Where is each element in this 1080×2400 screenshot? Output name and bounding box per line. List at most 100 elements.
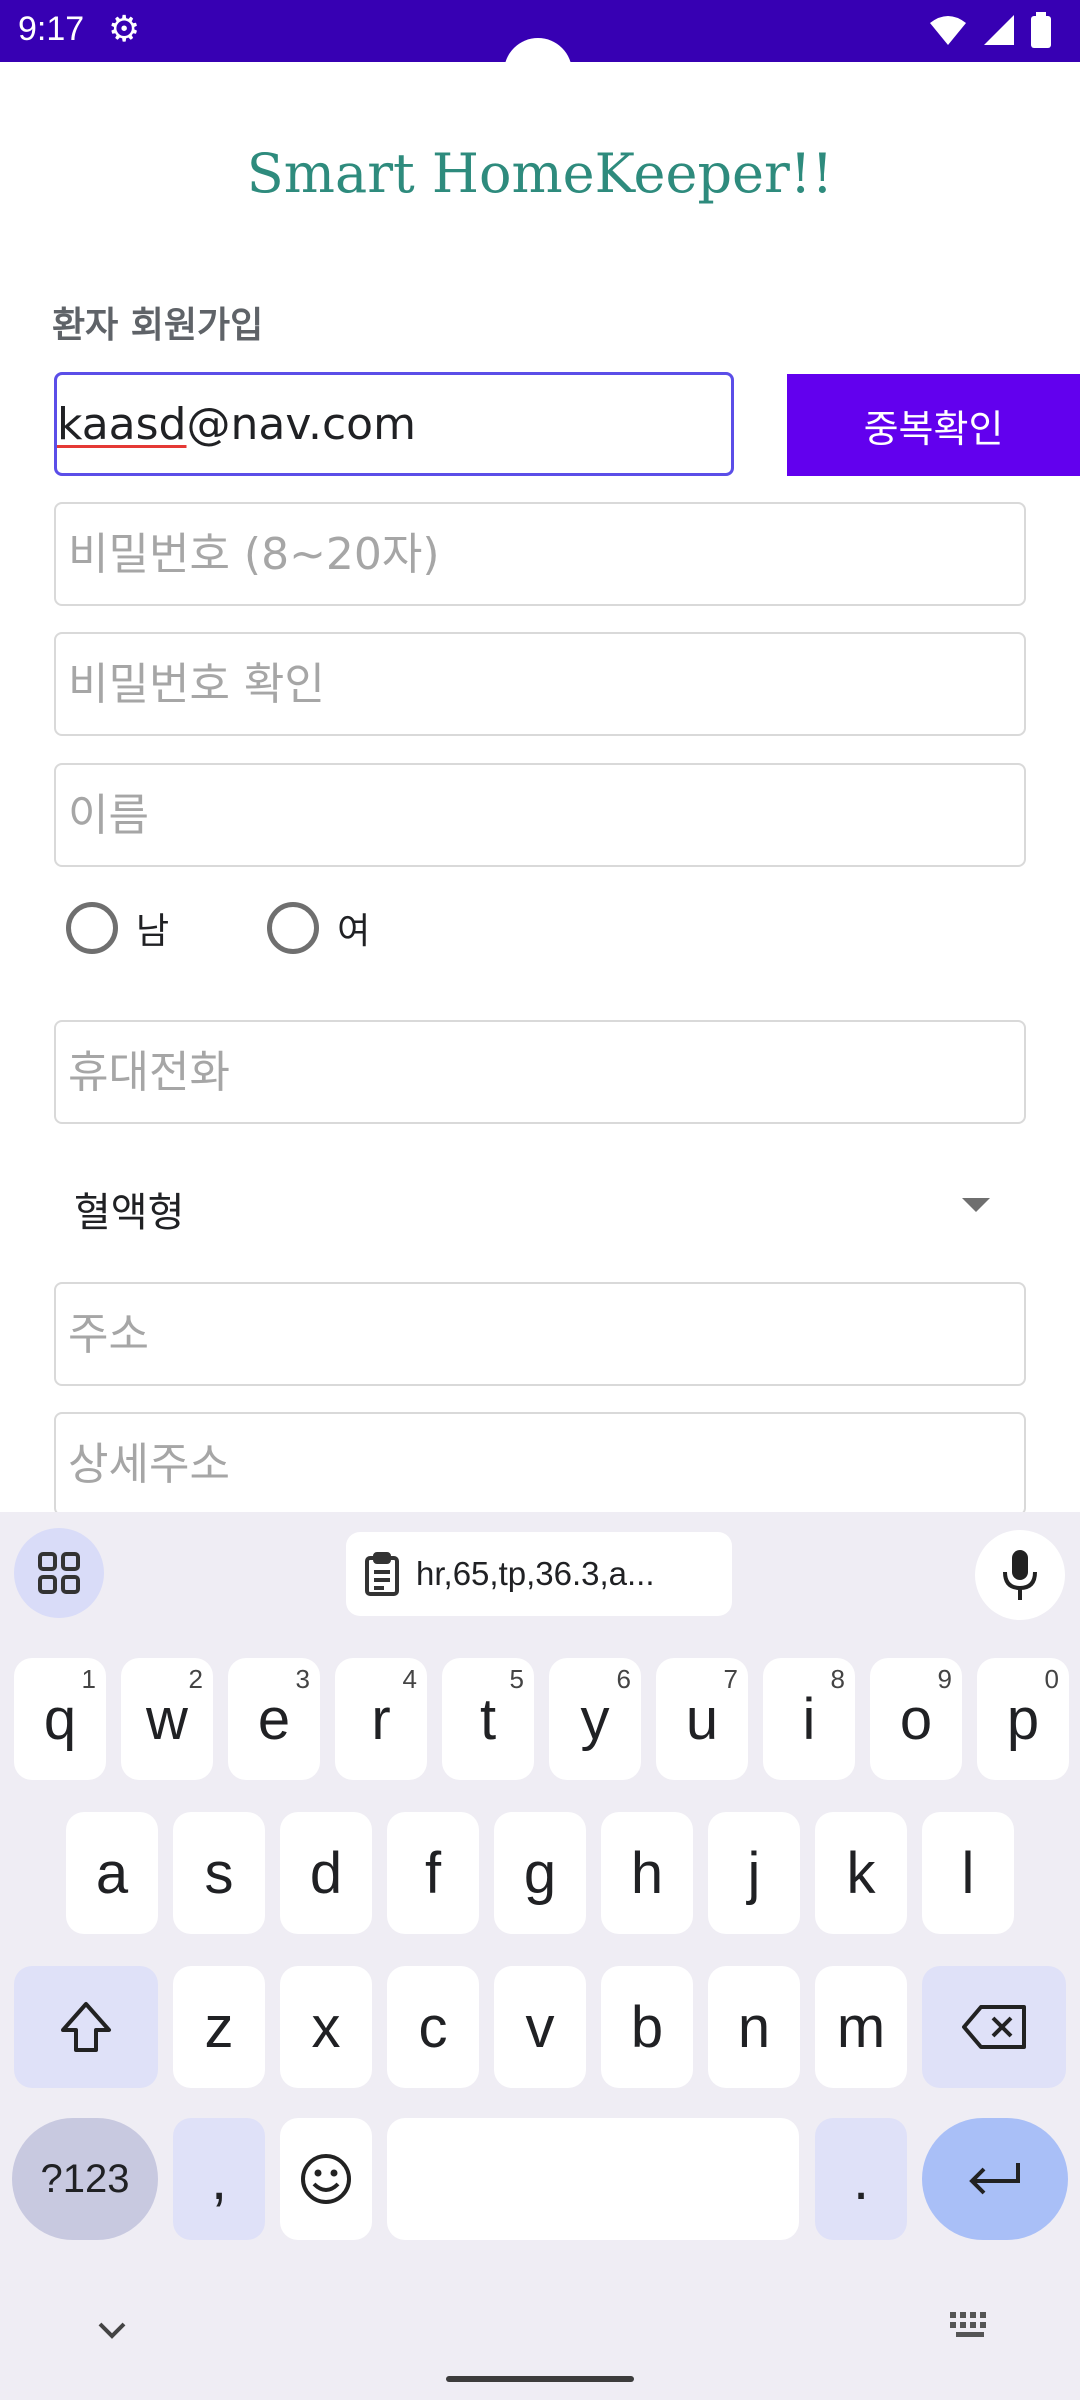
key-r[interactable]: r4 bbox=[335, 1658, 427, 1780]
key-w[interactable]: w2 bbox=[121, 1658, 213, 1780]
address-field[interactable] bbox=[54, 1282, 1026, 1386]
key-m[interactable]: m bbox=[815, 1966, 907, 2088]
key-b[interactable]: b bbox=[601, 1966, 693, 2088]
key-u-hint: 7 bbox=[723, 1664, 738, 1694]
key-c[interactable]: c bbox=[387, 1966, 479, 2088]
enter-icon bbox=[969, 2163, 1020, 2195]
key-x[interactable]: x bbox=[280, 1966, 372, 2088]
key-l[interactable]: l bbox=[922, 1812, 1014, 1934]
key-g[interactable]: g bbox=[494, 1812, 586, 1934]
comma-key[interactable]: , bbox=[173, 2118, 265, 2240]
key-q-hint: 1 bbox=[81, 1664, 96, 1694]
gender-male-label: 남 bbox=[136, 911, 170, 952]
key-o[interactable]: o9 bbox=[870, 1658, 962, 1780]
key-w-hint: 2 bbox=[188, 1664, 203, 1694]
key-e-label: e bbox=[257, 1686, 291, 1752]
gender-male-radio[interactable]: 남 bbox=[66, 902, 169, 954]
key-j[interactable]: j bbox=[708, 1812, 800, 1934]
microphone-icon[interactable] bbox=[975, 1530, 1065, 1620]
apps-grid-icon[interactable] bbox=[14, 1528, 104, 1618]
gesture-nav-bar[interactable] bbox=[446, 2376, 634, 2382]
key-i[interactable]: i8 bbox=[763, 1658, 855, 1780]
email-value-prefix: kaasd bbox=[57, 399, 187, 450]
key-h[interactable]: h bbox=[601, 1812, 693, 1934]
address-detail-input[interactable] bbox=[56, 1414, 1024, 1514]
dropdown-arrow-icon bbox=[962, 1198, 990, 1212]
key-r-label: r bbox=[371, 1686, 391, 1752]
clipboard-suggestion[interactable]: hr,65,tp,36.3,a... bbox=[346, 1532, 732, 1616]
key-r-hint: 4 bbox=[402, 1664, 417, 1694]
key-e-hint: 3 bbox=[295, 1664, 310, 1694]
name-input[interactable] bbox=[56, 765, 1024, 865]
address-detail-field[interactable] bbox=[54, 1412, 1026, 1516]
status-bar: 9:17 ⚙ bbox=[0, 0, 1080, 106]
key-n[interactable]: n bbox=[708, 1966, 800, 2088]
gender-female-label: 여 bbox=[337, 911, 371, 952]
key-q[interactable]: q1 bbox=[14, 1658, 106, 1780]
key-s[interactable]: s bbox=[173, 1812, 265, 1934]
section-label: 환자 회원가입 bbox=[52, 305, 264, 346]
key-i-hint: 8 bbox=[830, 1664, 845, 1694]
password-confirm-input[interactable] bbox=[56, 634, 1024, 734]
gender-female-radio[interactable]: 여 bbox=[267, 902, 370, 954]
key-u-label: u bbox=[685, 1686, 719, 1752]
space-key[interactable] bbox=[387, 2118, 799, 2240]
key-y[interactable]: y6 bbox=[549, 1658, 641, 1780]
key-o-hint: 9 bbox=[937, 1664, 952, 1694]
emoji-key[interactable] bbox=[280, 2118, 372, 2240]
key-f[interactable]: f bbox=[387, 1812, 479, 1934]
key-d[interactable]: d bbox=[280, 1812, 372, 1934]
keyboard-switch-icon[interactable] bbox=[948, 2310, 994, 2340]
phone-field[interactable] bbox=[54, 1020, 1026, 1124]
emoji-icon bbox=[301, 2154, 351, 2204]
address-input[interactable] bbox=[56, 1284, 1024, 1384]
key-t[interactable]: t5 bbox=[442, 1658, 534, 1780]
radio-circle[interactable] bbox=[267, 902, 320, 954]
phone-input[interactable] bbox=[56, 1022, 1024, 1122]
clipboard-text: hr,65,tp,36.3,a... bbox=[416, 1555, 655, 1592]
key-a[interactable]: a bbox=[66, 1812, 158, 1934]
signal-icon bbox=[984, 15, 1014, 45]
shift-icon bbox=[61, 2002, 111, 2052]
key-p-label: p bbox=[1006, 1686, 1040, 1752]
email-field[interactable]: kaasd@nav.com bbox=[54, 372, 734, 476]
key-p[interactable]: p0 bbox=[977, 1658, 1069, 1780]
name-field[interactable] bbox=[54, 763, 1026, 867]
clipboard-icon bbox=[365, 1552, 399, 1596]
key-i-label: i bbox=[802, 1686, 816, 1752]
email-value: kaasd@nav.com bbox=[57, 399, 416, 450]
shift-key[interactable] bbox=[14, 1966, 158, 2088]
system-icons bbox=[928, 12, 1052, 48]
period-key[interactable]: . bbox=[815, 2118, 907, 2240]
blood-type-value: 혈액형 bbox=[74, 1190, 185, 1236]
key-y-label: y bbox=[580, 1686, 610, 1752]
key-t-hint: 5 bbox=[509, 1664, 524, 1694]
key-p-hint: 0 bbox=[1044, 1664, 1059, 1694]
key-k[interactable]: k bbox=[815, 1812, 907, 1934]
duplicate-check-button[interactable]: 중복확인 bbox=[787, 374, 1080, 476]
keyboard-toolbar: hr,65,tp,36.3,a... bbox=[0, 1512, 1080, 1632]
settings-icon: ⚙ bbox=[108, 9, 141, 50]
numbers-key[interactable]: ?123 bbox=[12, 2118, 158, 2240]
password-input[interactable] bbox=[56, 504, 1024, 604]
key-q-label: q bbox=[43, 1686, 77, 1752]
key-t-label: t bbox=[479, 1686, 497, 1752]
backspace-icon bbox=[962, 2005, 1026, 2049]
gender-radio-group: 남 여 bbox=[66, 902, 468, 954]
blood-type-select[interactable]: 혈액형 bbox=[54, 1160, 1026, 1250]
chevron-down-icon[interactable] bbox=[94, 2318, 130, 2342]
key-e[interactable]: e3 bbox=[228, 1658, 320, 1780]
key-u[interactable]: u7 bbox=[656, 1658, 748, 1780]
key-y-hint: 6 bbox=[616, 1664, 631, 1694]
password-field[interactable] bbox=[54, 502, 1026, 606]
soft-keyboard: hr,65,tp,36.3,a... q1 w2 e3 r4 t5 y6 u7 … bbox=[0, 1512, 1080, 2400]
camera-cutout bbox=[504, 38, 572, 106]
backspace-key[interactable] bbox=[922, 1966, 1066, 2088]
key-w-label: w bbox=[146, 1686, 188, 1752]
battery-icon bbox=[1031, 12, 1051, 48]
enter-key[interactable] bbox=[922, 2118, 1068, 2240]
key-z[interactable]: z bbox=[173, 1966, 265, 2088]
radio-circle[interactable] bbox=[66, 902, 118, 954]
key-v[interactable]: v bbox=[494, 1966, 586, 2088]
password-confirm-field[interactable] bbox=[54, 632, 1026, 736]
